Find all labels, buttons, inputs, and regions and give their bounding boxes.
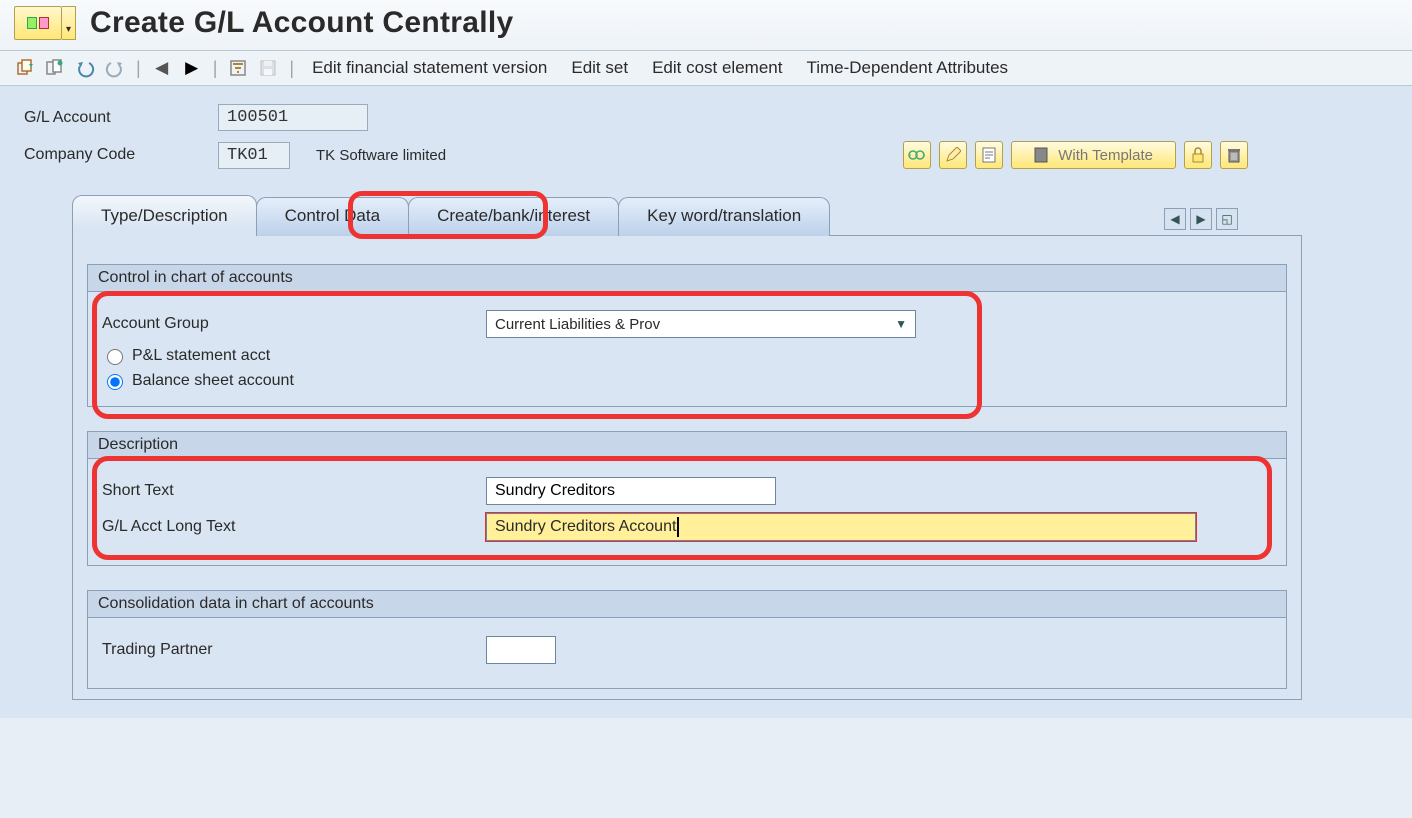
edit-set-link[interactable]: Edit set	[563, 58, 636, 78]
pl-statement-radio-input[interactable]	[107, 349, 123, 365]
company-code-label: Company Code	[24, 146, 204, 164]
balance-sheet-radio[interactable]: Balance sheet account	[102, 371, 1272, 390]
short-text-label: Short Text	[102, 482, 474, 500]
balance-sheet-label: Balance sheet account	[132, 372, 294, 390]
group-title: Consolidation data in chart of accounts	[88, 591, 1286, 618]
toolbar-separator: |	[287, 58, 296, 79]
long-text-value: Sundry Creditors Account	[495, 518, 676, 536]
title-bar: ▾ Create G/L Account Centrally	[0, 0, 1412, 51]
gl-account-row: G/L Account 100501	[24, 104, 1388, 131]
company-code-field[interactable]: TK01	[218, 142, 290, 169]
short-text-input[interactable]	[486, 477, 776, 505]
tab-keyword-translation[interactable]: Key word/translation	[618, 197, 830, 236]
tab-content: Control in chart of accounts Account Gro…	[72, 235, 1302, 700]
create-button[interactable]	[975, 141, 1003, 169]
group-title: Control in chart of accounts	[88, 265, 1286, 292]
edit-cost-element-link[interactable]: Edit cost element	[644, 58, 790, 78]
change-button[interactable]	[939, 141, 967, 169]
filter-icon[interactable]	[227, 57, 249, 79]
with-template-label: With Template	[1058, 147, 1153, 164]
prev-icon[interactable]: ◀	[151, 57, 173, 79]
redo-icon[interactable]	[104, 57, 126, 79]
tabstrip: Type/Description Control Data Create/ban…	[24, 195, 1388, 700]
copy-icon[interactable]	[44, 57, 66, 79]
dropdown-arrow-icon: ▼	[895, 317, 907, 331]
account-group-dropdown[interactable]: Current Liabilities & Prov ▼	[486, 310, 916, 338]
edit-fsv-link[interactable]: Edit financial statement version	[304, 58, 555, 78]
tab-control-data[interactable]: Control Data	[256, 197, 409, 236]
tab-scroll-right-icon[interactable]: ▶	[1190, 208, 1212, 230]
with-template-button[interactable]: With Template	[1011, 141, 1176, 169]
page-title: Create G/L Account Centrally	[90, 6, 514, 40]
balance-sheet-radio-input[interactable]	[107, 374, 123, 390]
company-code-row: Company Code TK01 TK Software limited Wi…	[24, 141, 1388, 169]
group-title: Description	[88, 432, 1286, 459]
time-dependent-attributes-link[interactable]: Time-Dependent Attributes	[798, 58, 1016, 78]
gl-account-label: G/L Account	[24, 109, 204, 127]
tab-type-description[interactable]: Type/Description	[72, 195, 257, 236]
toolbar-separator: |	[211, 58, 220, 79]
long-text-input[interactable]: Sundry Creditors Account	[486, 513, 1196, 541]
pl-statement-label: P&L statement acct	[132, 347, 270, 365]
client-area: G/L Account 100501 Company Code TK01 TK …	[0, 86, 1412, 718]
other-object-icon[interactable]	[14, 57, 36, 79]
undo-icon[interactable]	[74, 57, 96, 79]
next-icon[interactable]: ▶	[181, 57, 203, 79]
group-control-in-coa: Control in chart of accounts Account Gro…	[87, 264, 1287, 407]
save-icon[interactable]	[257, 57, 279, 79]
text-cursor	[677, 517, 679, 537]
transaction-icon[interactable]	[14, 6, 62, 40]
trading-partner-label: Trading Partner	[102, 641, 474, 659]
account-group-value: Current Liabilities & Prov	[495, 316, 660, 333]
application-toolbar: | ◀ ▶ | | Edit financial statement versi…	[0, 51, 1412, 86]
display-button[interactable]	[903, 141, 931, 169]
trading-partner-input[interactable]	[486, 636, 556, 664]
transaction-icon-dropdown[interactable]: ▾	[62, 6, 76, 40]
tab-scroll-left-icon[interactable]: ◀	[1164, 208, 1186, 230]
gl-account-field[interactable]: 100501	[218, 104, 368, 131]
pl-statement-radio[interactable]: P&L statement acct	[102, 346, 1272, 365]
group-description: Description Short Text G/L Acct Long Tex…	[87, 431, 1287, 566]
toolbar-separator: |	[134, 58, 143, 79]
tab-create-bank-interest[interactable]: Create/bank/interest	[408, 197, 619, 236]
account-group-label: Account Group	[102, 315, 474, 333]
group-consolidation: Consolidation data in chart of accounts …	[87, 590, 1287, 689]
lock-button[interactable]	[1184, 141, 1212, 169]
long-text-label: G/L Acct Long Text	[102, 518, 474, 536]
tab-list-icon[interactable]: ◱	[1216, 208, 1238, 230]
company-name-text: TK Software limited	[316, 147, 446, 164]
delete-button[interactable]	[1220, 141, 1248, 169]
